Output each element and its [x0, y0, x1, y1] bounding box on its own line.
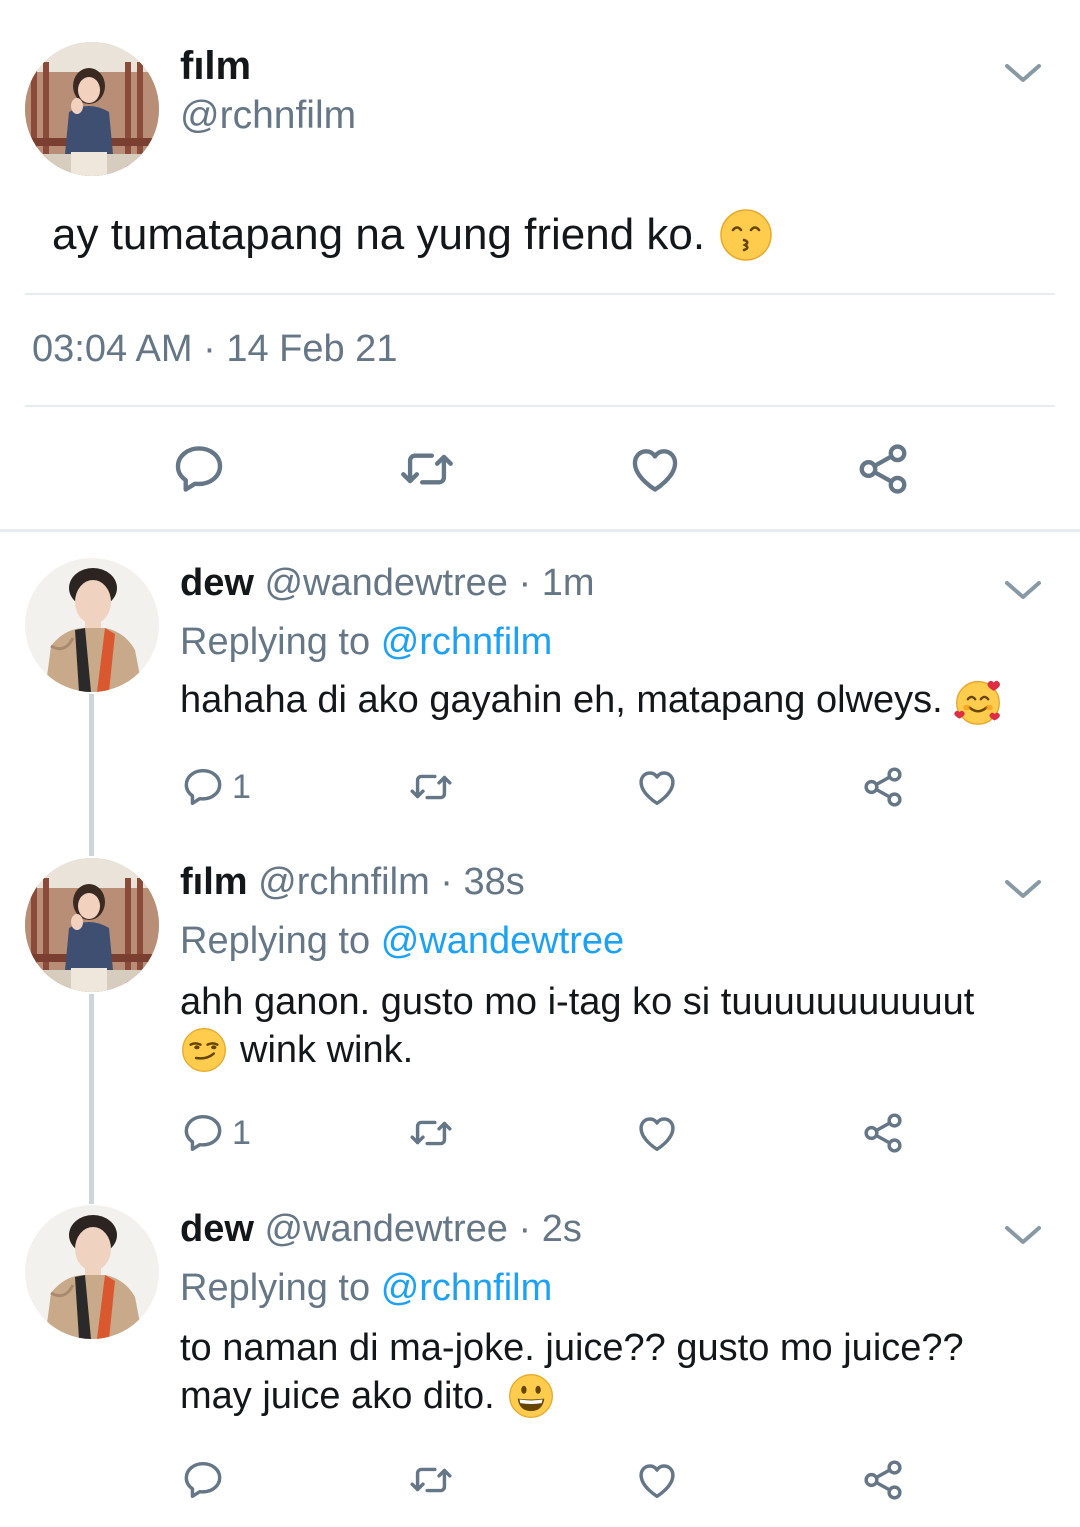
share-icon — [860, 1457, 906, 1503]
tweet-timestamp[interactable]: 03:04 AM · 14 Feb 21 — [32, 328, 397, 371]
replying-to-line: Replying to @wandewtree — [180, 920, 624, 963]
reply-count: 1 — [232, 767, 251, 806]
replying-to-mention[interactable]: @rchnfilm — [381, 1267, 553, 1309]
reply-handle[interactable]: @wandewtree — [264, 1208, 507, 1250]
retweet-icon — [408, 1110, 454, 1156]
share-button[interactable] — [860, 1110, 906, 1156]
retweet-icon — [398, 440, 456, 498]
reply-avatar[interactable] — [25, 558, 159, 692]
reply-button[interactable] — [180, 1457, 232, 1503]
author-display-name[interactable]: fılm — [180, 44, 251, 89]
reply-text: ahh ganon. gusto mo i-tag ko si tuuuuuuu… — [180, 978, 1060, 1074]
reply-menu-chevron-icon[interactable] — [1001, 575, 1045, 605]
thread-connector-line — [89, 694, 94, 856]
retweet-button[interactable] — [408, 764, 454, 810]
author-avatar[interactable] — [25, 42, 159, 176]
retweet-icon — [408, 764, 454, 810]
grinning-face-emoji-icon — [508, 1374, 553, 1418]
reply-time: · 2s — [518, 1208, 582, 1250]
reply-avatar[interactable] — [25, 858, 159, 992]
like-button[interactable] — [634, 764, 680, 810]
reply-button[interactable]: 1 — [180, 764, 251, 810]
like-button[interactable] — [626, 440, 684, 498]
reply-button[interactable]: 1 — [180, 1110, 251, 1156]
share-icon — [860, 1110, 906, 1156]
reply-menu-chevron-icon[interactable] — [1001, 874, 1045, 904]
divider — [25, 405, 1055, 407]
reply-icon — [180, 1110, 226, 1156]
reply-handle[interactable]: @wandewtree — [264, 562, 507, 604]
share-button[interactable] — [860, 1457, 906, 1503]
reply-text-line: hahaha di ako gayahin eh, matapang olwey… — [180, 679, 943, 721]
divider — [25, 293, 1055, 295]
reply-button[interactable] — [170, 440, 228, 498]
tweet-menu-chevron-icon[interactable] — [1001, 58, 1045, 88]
reply-display-name[interactable]: dew — [180, 1208, 254, 1250]
smirking-face-emoji-icon — [182, 1028, 226, 1072]
reply-header: dew @wandewtree · 1m — [180, 562, 595, 605]
heart-icon — [634, 764, 680, 810]
tweet-text-content: ay tumatapang na yung friend ko. — [52, 210, 706, 259]
share-icon — [854, 440, 912, 498]
reply-display-name[interactable]: fılm — [180, 861, 248, 903]
like-button[interactable] — [634, 1110, 680, 1156]
reply-text-line: ahh ganon. gusto mo i-tag ko si tuuuuuuu… — [180, 981, 975, 1023]
replying-to-line: Replying to @rchnfilm — [180, 1267, 552, 1310]
reply-text-line: wink wink. — [240, 1029, 414, 1071]
section-divider — [0, 529, 1080, 532]
replying-to-mention[interactable]: @wandewtree — [381, 920, 624, 962]
replying-to-label: Replying to — [180, 1267, 371, 1309]
reply-icon — [170, 440, 228, 498]
replying-to-label: Replying to — [180, 920, 371, 962]
kissing-face-emoji-icon — [720, 209, 772, 261]
reply-display-name[interactable]: dew — [180, 562, 254, 604]
reply-header: dew @wandewtree · 2s — [180, 1208, 582, 1251]
reply-text-line: to naman di ma-joke. juice?? gusto mo ju… — [180, 1327, 964, 1369]
retweet-button[interactable] — [408, 1110, 454, 1156]
reply-avatar[interactable] — [25, 1205, 159, 1339]
reply-text: hahaha di ako gayahin eh, matapang olwey… — [180, 676, 1060, 727]
retweet-button[interactable] — [408, 1457, 454, 1503]
reply-time: · 38s — [440, 861, 525, 903]
retweet-button[interactable] — [398, 440, 456, 498]
reply-handle[interactable]: @rchnfilm — [258, 861, 430, 903]
tweet-text: ay tumatapang na yung friend ko. — [52, 208, 773, 262]
retweet-icon — [408, 1457, 454, 1503]
share-button[interactable] — [860, 764, 906, 810]
reply-count: 1 — [232, 1113, 251, 1152]
reply-text: to naman di ma-joke. juice?? gusto mo ju… — [180, 1324, 1060, 1420]
smiling-face-with-hearts-emoji-icon — [954, 680, 1001, 725]
reply-icon — [180, 1457, 226, 1503]
heart-icon — [634, 1457, 680, 1503]
heart-icon — [634, 1110, 680, 1156]
reply-text-line: may juice ako dito. — [180, 1375, 495, 1417]
share-button[interactable] — [854, 440, 912, 498]
heart-icon — [626, 440, 684, 498]
replying-to-line: Replying to @rchnfilm — [180, 621, 552, 664]
like-button[interactable] — [634, 1457, 680, 1503]
thread-connector-line — [89, 994, 94, 1204]
reply-menu-chevron-icon[interactable] — [1001, 1220, 1045, 1250]
replying-to-label: Replying to — [180, 621, 371, 663]
replying-to-mention[interactable]: @rchnfilm — [381, 621, 553, 663]
reply-header: fılm @rchnfilm · 38s — [180, 861, 525, 904]
share-icon — [860, 764, 906, 810]
reply-time: · 1m — [518, 562, 595, 604]
reply-icon — [180, 764, 226, 810]
author-handle[interactable]: @rchnfilm — [180, 94, 356, 138]
